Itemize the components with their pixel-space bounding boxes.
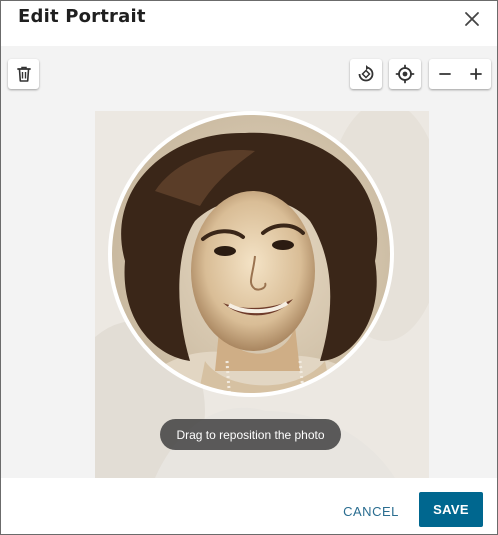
rotate-button[interactable] bbox=[350, 59, 382, 89]
crosshair-icon bbox=[395, 64, 415, 84]
delete-button[interactable] bbox=[8, 59, 39, 89]
zoom-out-button[interactable] bbox=[429, 59, 460, 89]
center-button[interactable] bbox=[389, 59, 421, 89]
cancel-button[interactable]: CANCEL bbox=[334, 496, 408, 526]
edit-portrait-dialog: Edit Portrait Drag to reposition the pho… bbox=[0, 0, 498, 535]
drag-hint-tooltip: Drag to reposition the photo bbox=[160, 419, 341, 450]
close-button[interactable] bbox=[461, 8, 483, 30]
rotate-icon bbox=[358, 65, 374, 82]
dialog-footer: CANCEL SAVE bbox=[1, 478, 497, 534]
close-icon bbox=[465, 12, 479, 26]
zoom-controls bbox=[429, 59, 491, 89]
zoom-in-button[interactable] bbox=[460, 59, 491, 89]
trash-icon bbox=[16, 66, 31, 82]
minus-icon bbox=[438, 73, 451, 75]
dialog-header: Edit Portrait bbox=[1, 1, 497, 46]
save-button[interactable]: SAVE bbox=[419, 492, 483, 527]
photo-editor-stage[interactable]: Drag to reposition the photo bbox=[1, 46, 497, 478]
plus-icon bbox=[469, 68, 482, 80]
dialog-title: Edit Portrait bbox=[18, 6, 146, 27]
